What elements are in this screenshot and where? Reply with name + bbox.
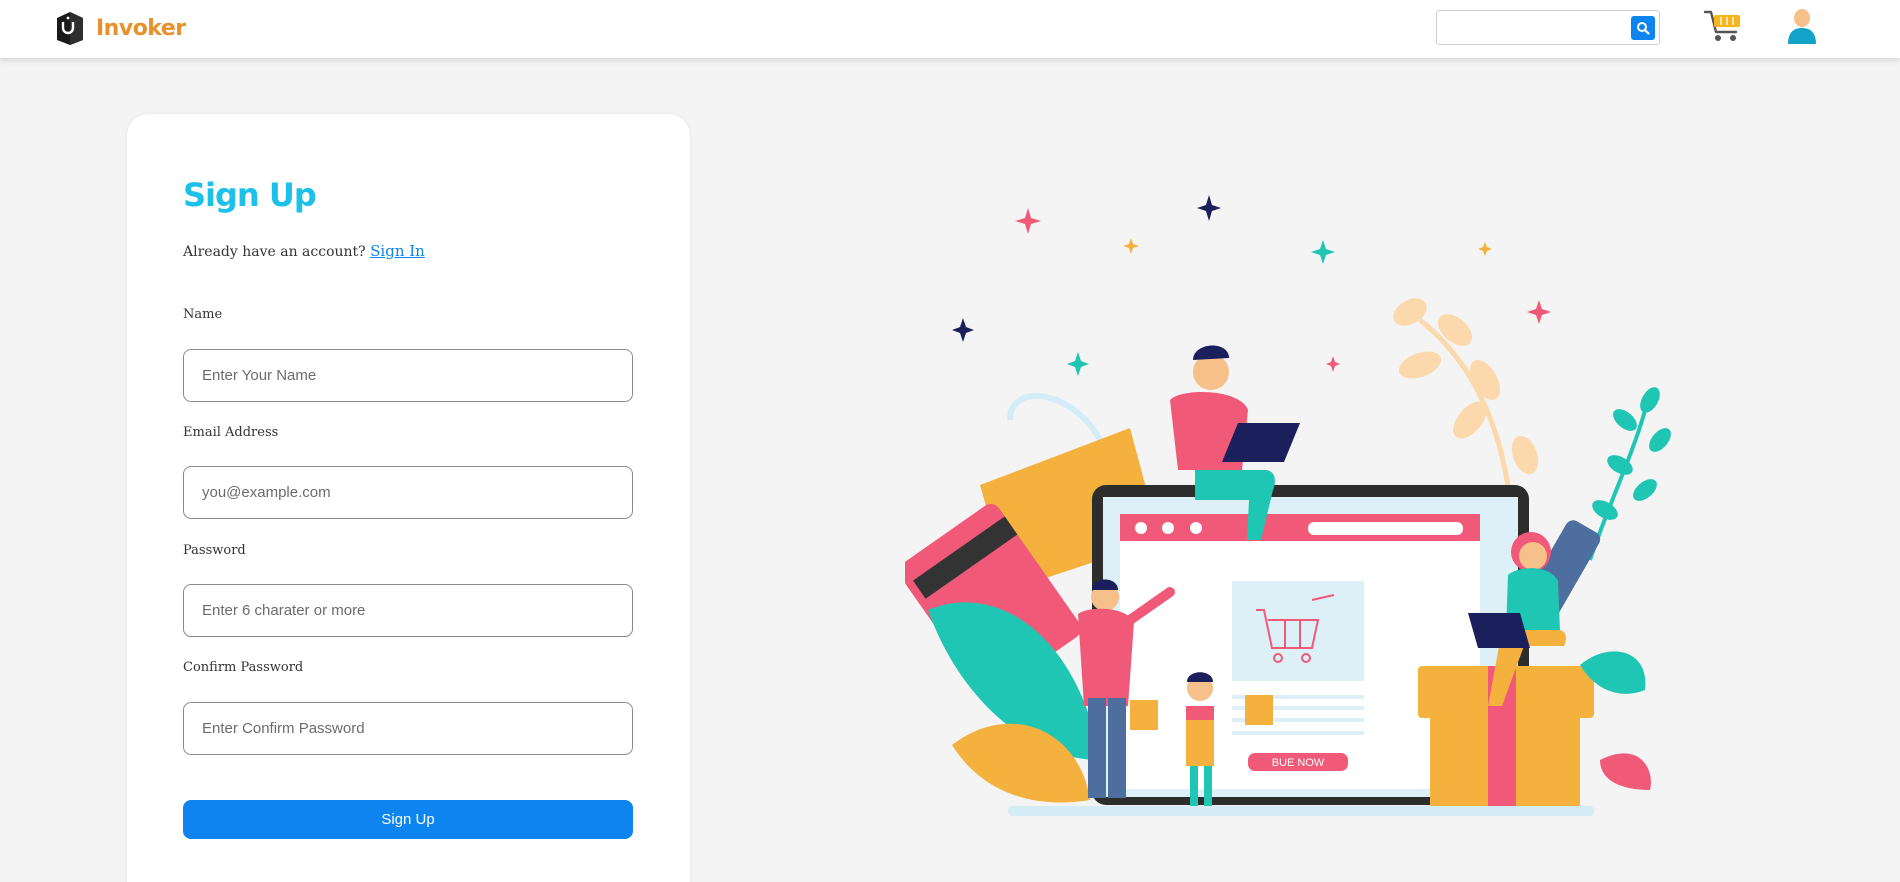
search-icon bbox=[1637, 22, 1650, 35]
email-input[interactable] bbox=[183, 466, 633, 519]
brand-name: Invoker bbox=[96, 15, 186, 41]
peach-leaf-branch bbox=[1393, 298, 1539, 501]
password-label: Password bbox=[183, 543, 246, 558]
buy-now-button-text: BUE NOW bbox=[1272, 757, 1325, 769]
shopping-cart-icon[interactable] bbox=[1703, 8, 1743, 44]
email-label: Email Address bbox=[183, 425, 279, 440]
have-account-line: Already have an account? Sign In bbox=[183, 242, 425, 260]
sparkle-icons bbox=[952, 195, 1551, 376]
top-navbar: Invoker bbox=[0, 0, 1900, 58]
confirm-password-input[interactable] bbox=[183, 702, 633, 755]
signin-link[interactable]: Sign In bbox=[370, 242, 425, 260]
search-input[interactable] bbox=[1437, 11, 1627, 44]
gift-box-graphic bbox=[1418, 651, 1651, 806]
brand-logo[interactable]: Invoker bbox=[54, 10, 186, 46]
name-label: Name bbox=[183, 307, 223, 322]
name-input[interactable] bbox=[183, 349, 633, 402]
search-button[interactable] bbox=[1631, 16, 1655, 40]
teal-leaf-branch bbox=[1588, 387, 1671, 561]
password-input[interactable] bbox=[183, 584, 633, 637]
have-account-text: Already have an account? bbox=[183, 244, 366, 260]
shopping-bag-logo-icon bbox=[57, 12, 83, 45]
online-shopping-illustration: BUE NOW bbox=[905, 195, 1671, 816]
search-box bbox=[1436, 10, 1660, 45]
signup-submit-button[interactable]: Sign Up bbox=[183, 800, 633, 839]
signup-card: Sign Up Already have an account? Sign In… bbox=[127, 114, 690, 882]
signup-title: Sign Up bbox=[183, 176, 317, 214]
confirm-password-label: Confirm Password bbox=[183, 660, 304, 675]
user-avatar-icon[interactable] bbox=[1785, 6, 1819, 44]
